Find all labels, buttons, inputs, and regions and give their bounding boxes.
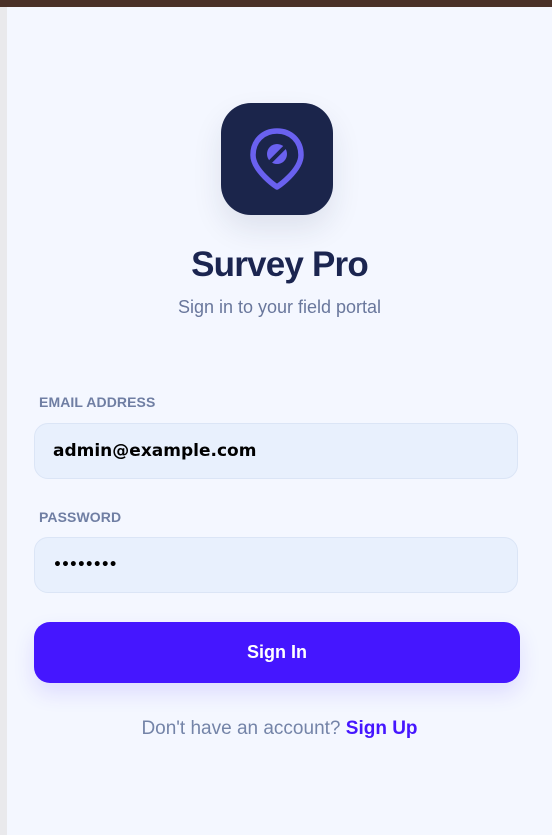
location-pin-icon bbox=[250, 128, 304, 190]
signup-prompt: Don't have an account? bbox=[141, 718, 341, 739]
app-logo bbox=[221, 103, 333, 215]
email-value: admin@example.com bbox=[53, 441, 257, 461]
signup-footer: Don't have an account? Sign Up bbox=[7, 718, 552, 740]
email-label: EMAIL ADDRESS bbox=[39, 394, 156, 410]
sign-up-link[interactable]: Sign Up bbox=[346, 718, 418, 739]
password-field[interactable]: •••••••• bbox=[34, 537, 518, 593]
window-frame: Survey Pro Sign in to your field portal … bbox=[0, 7, 552, 835]
sign-in-button[interactable]: Sign In bbox=[34, 622, 520, 683]
password-label: PASSWORD bbox=[39, 509, 122, 525]
login-panel: Survey Pro Sign in to your field portal … bbox=[7, 7, 552, 835]
password-value: •••••••• bbox=[53, 557, 118, 573]
email-field[interactable]: admin@example.com bbox=[34, 423, 518, 479]
app-title: Survey Pro bbox=[191, 245, 369, 284]
app-subtitle: Sign in to your field portal bbox=[177, 297, 382, 317]
sign-in-label: Sign In bbox=[247, 642, 307, 662]
